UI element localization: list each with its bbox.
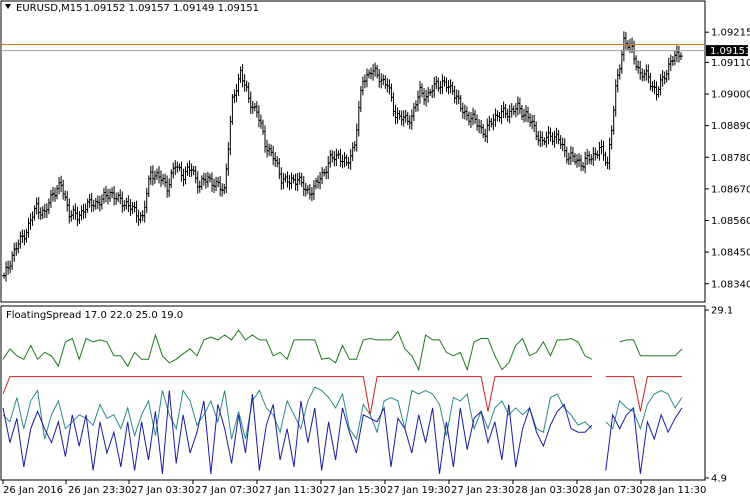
chart-symbol-label: EURUSD,M15	[16, 3, 82, 14]
price-tick-label: 1.08780	[711, 153, 750, 164]
time-tick-label: 28 Jan 03:30	[515, 485, 578, 496]
indicator-tick-label: 29.1	[711, 306, 733, 317]
price-tick-label: 1.09215	[711, 28, 750, 39]
price-tick-label: 1.08450	[711, 248, 750, 259]
chart-canvas[interactable]: EURUSD,M15 1.09152 1.09157 1.09149 1.091…	[0, 0, 750, 500]
chart-ohlc-label: 1.09152 1.09157 1.09149 1.09151	[84, 3, 259, 14]
time-tick-label: 27 Jan 19:30	[387, 485, 450, 496]
time-tick-label: 27 Jan 07:30	[195, 485, 258, 496]
time-tick-label: 26 Jan 2016	[3, 485, 63, 496]
price-tick-label: 1.09110	[711, 58, 750, 69]
time-axis: 26 Jan 2016 26 Jan 23:30 27 Jan 03:30 27 Ja…	[2, 480, 706, 496]
price-axis: 1.09215 1.09110 1.09000 1.08890 1.08780 1.086…	[705, 28, 750, 290]
indicator-label: FloatingSpread 17.0 22.0 25.0 19.0	[6, 310, 183, 321]
time-tick-label: 28 Jan 07:30	[579, 485, 642, 496]
time-tick-label: 27 Jan 03:30	[131, 485, 194, 496]
time-tick-label: 28 Jan 11:30	[643, 485, 706, 496]
price-tick-label: 1.08670	[711, 184, 750, 195]
time-tick-label: 26 Jan 23:30	[68, 485, 131, 496]
time-tick-label: 27 Jan 11:30	[259, 485, 322, 496]
svg-text:1.09151: 1.09151	[710, 46, 750, 57]
price-tick-label: 1.08890	[711, 121, 750, 132]
indicator-tick-label: 4.9	[711, 474, 727, 485]
price-tick-label: 1.08560	[711, 216, 750, 227]
price-tick-label: 1.08340	[711, 279, 750, 290]
indicator-axis: 29.1 4.9	[705, 306, 733, 485]
time-tick-label: 27 Jan 23:30	[451, 485, 514, 496]
time-tick-label: 27 Jan 15:30	[323, 485, 386, 496]
current-price-tag: 1.09151	[706, 45, 750, 57]
chart-window[interactable]: EURUSD,M15 1.09152 1.09157 1.09149 1.091…	[0, 0, 750, 500]
price-tick-label: 1.09000	[711, 90, 750, 101]
